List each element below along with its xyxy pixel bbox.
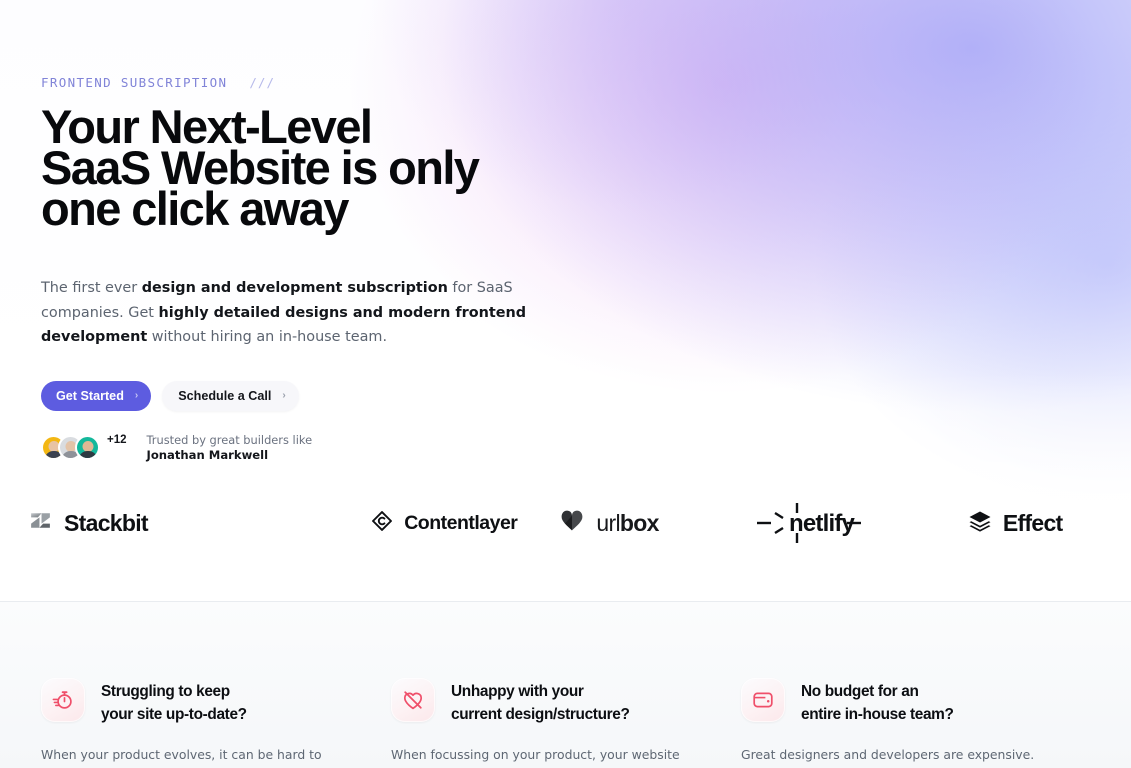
- chevron-right-icon: ›: [282, 390, 286, 402]
- card-title: Struggling to keep your site up-to-date?: [101, 678, 247, 726]
- hero-description: The first ever design and development su…: [41, 276, 529, 350]
- social-proof: +12 Trusted by great builders like Jonat…: [41, 433, 1131, 463]
- heart-slash-icon: [391, 678, 435, 722]
- svg-text:netlify: netlify: [789, 510, 856, 537]
- urlbox-label-light: url: [596, 509, 620, 536]
- lede-bold-1: design and development subscription: [141, 280, 448, 296]
- card-body: Great designers and developers are expen…: [741, 747, 1035, 762]
- card-header: Unhappy with your current design/structu…: [391, 678, 741, 726]
- hero-content: FRONTEND SUBSCRIPTION /// Your Next-Leve…: [0, 0, 1131, 463]
- lede-seg-3: without hiring an in-house team.: [147, 329, 388, 346]
- chevron-right-icon: ›: [134, 390, 139, 402]
- avatar-overflow-count: +12: [107, 433, 127, 446]
- trust-text: Trusted by great builders like Jonathan …: [147, 433, 313, 463]
- effect-label: Effect: [1002, 509, 1063, 536]
- schedule-call-button[interactable]: Schedule a Call ›: [162, 380, 299, 411]
- stopwatch-icon: [41, 678, 85, 722]
- card-title-line-2: current design/structure?: [451, 706, 630, 723]
- get-started-label: Get Started: [56, 388, 124, 403]
- effect-layers-icon: [968, 509, 992, 538]
- card-title-line-1: Struggling to keep: [101, 683, 230, 700]
- stackbit-s-icon: [28, 508, 53, 538]
- urlbox-label: urlbox: [596, 509, 659, 537]
- stackbit-label: Stackbit: [64, 509, 149, 536]
- card-body: When focussing on your product, your web…: [391, 747, 680, 768]
- card-header: No budget for an entire in-house team?: [741, 678, 1091, 726]
- problem-card: Struggling to keep your site up-to-date?…: [41, 678, 391, 768]
- section-divider: [0, 601, 1131, 602]
- eyebrow-slashes-icon: ///: [249, 74, 275, 90]
- headline-line-3: one click away: [41, 182, 349, 235]
- card-title-line-2: your site up-to-date?: [101, 706, 247, 723]
- card-title: No budget for an entire in-house team?: [801, 678, 954, 726]
- schedule-call-label: Schedule a Call: [178, 388, 272, 403]
- trust-caption: Trusted by great builders like: [146, 432, 313, 447]
- wallet-icon: [741, 678, 785, 722]
- logo-effect[interactable]: Effect: [890, 509, 1103, 538]
- hero-cta-row: Get Started › Schedule a Call ›: [41, 380, 1131, 411]
- card-title: Unhappy with your current design/structu…: [451, 678, 630, 726]
- landing-page: FRONTEND SUBSCRIPTION /// Your Next-Leve…: [0, 0, 1131, 768]
- logo-urlbox[interactable]: urlbox: [517, 508, 694, 539]
- trust-person-name: Jonathan Markwell: [146, 448, 269, 463]
- problem-card: No budget for an entire in-house team? G…: [741, 678, 1091, 768]
- problem-card: Unhappy with your current design/structu…: [391, 678, 741, 768]
- card-header: Struggling to keep your site up-to-date?: [41, 678, 391, 726]
- urlbox-label-bold: box: [619, 509, 659, 536]
- eyebrow-label: FRONTEND SUBSCRIPTION: [41, 74, 228, 90]
- card-title-line-2: entire in-house team?: [801, 706, 954, 723]
- avatar: [75, 435, 100, 461]
- problem-card-list: Struggling to keep your site up-to-date?…: [41, 678, 1095, 768]
- card-body: When your product evolves, it can be har…: [41, 747, 322, 768]
- logo-contentlayer[interactable]: Contentlayer: [163, 510, 518, 537]
- lede-seg-1: The first ever: [41, 280, 142, 296]
- hero-eyebrow: FRONTEND SUBSCRIPTION ///: [41, 74, 1131, 90]
- logo-netlify[interactable]: netlify netlify: [695, 501, 890, 545]
- get-started-button[interactable]: Get Started ›: [41, 380, 152, 411]
- contentlayer-diamond-icon: [371, 510, 393, 537]
- netlify-rays-icon: netlify: [755, 501, 863, 545]
- page-title: Your Next-Level SaaS Website is only one…: [41, 103, 1131, 235]
- hero-section: FRONTEND SUBSCRIPTION /// Your Next-Leve…: [0, 0, 1131, 602]
- logo-stackbit[interactable]: Stackbit: [28, 508, 163, 538]
- avatar-group: [41, 435, 100, 461]
- problems-section: Struggling to keep your site up-to-date?…: [0, 602, 1131, 768]
- urlbox-shield-icon: [559, 508, 585, 539]
- card-title-line-1: Unhappy with your: [451, 683, 584, 700]
- logo-bar: Stackbit Contentlayer urlbox netlify Eff…: [0, 493, 1131, 553]
- contentlayer-label: Contentlayer: [404, 511, 518, 534]
- card-title-line-1: No budget for an: [801, 683, 919, 700]
